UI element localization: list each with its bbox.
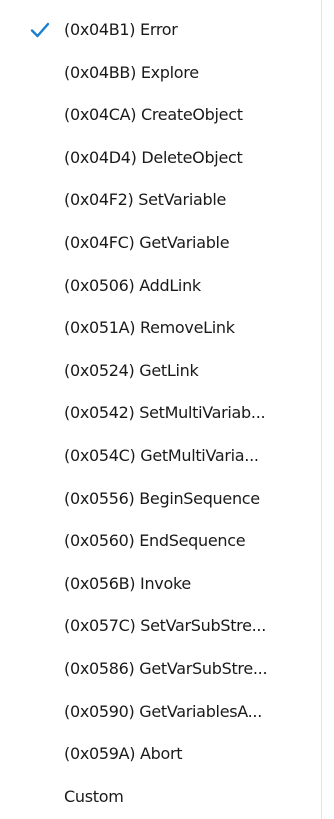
menu-item-createobject[interactable]: (0x04CA) CreateObject	[0, 93, 321, 136]
menu-right-border	[321, 0, 322, 819]
menu-item-label: (0x0556) BeginSequence	[64, 489, 260, 508]
menu-item-setvariable[interactable]: (0x04F2) SetVariable	[0, 178, 321, 221]
menu-item-beginsequence[interactable]: (0x0556) BeginSequence	[0, 477, 321, 520]
menu-item-label: (0x04D4) DeleteObject	[64, 148, 243, 167]
menu-item-getvarsubstream[interactable]: (0x0586) GetVarSubStre...	[0, 647, 321, 690]
menu-item-getvariable[interactable]: (0x04FC) GetVariable	[0, 221, 321, 264]
menu-item-getlink[interactable]: (0x0524) GetLink	[0, 349, 321, 392]
menu-item-label: (0x04FC) GetVariable	[64, 233, 230, 252]
menu-item-error[interactable]: (0x04B1) Error	[0, 8, 321, 51]
menu-item-setvarsubstream[interactable]: (0x057C) SetVarSubStre...	[0, 604, 321, 647]
menu-item-label: (0x04BB) Explore	[64, 63, 199, 82]
menu-item-label: (0x054C) GetMultiVaria...	[64, 446, 259, 465]
menu-item-custom[interactable]: Custom	[0, 775, 321, 818]
menu-item-label: (0x0560) EndSequence	[64, 531, 246, 550]
menu-item-invoke[interactable]: (0x056B) Invoke	[0, 562, 321, 605]
menu-item-label: (0x0542) SetMultiVariab...	[64, 403, 266, 422]
menu-item-label: (0x0506) AddLink	[64, 276, 201, 295]
menu-item-label: (0x04B1) Error	[64, 20, 178, 39]
menu-item-label: (0x0590) GetVariablesA...	[64, 702, 262, 721]
menu-item-label: (0x057C) SetVarSubStre...	[64, 616, 267, 635]
menu-item-addlink[interactable]: (0x0506) AddLink	[0, 264, 321, 307]
menu-item-label: (0x056B) Invoke	[64, 574, 191, 593]
menu-item-label: (0x0586) GetVarSubStre...	[64, 659, 268, 678]
menu-item-label: (0x04CA) CreateObject	[64, 105, 243, 124]
menu-item-label: Custom	[64, 787, 124, 806]
dropdown-menu: (0x04B1) Error (0x04BB) Explore (0x04CA)…	[0, 0, 334, 819]
menu-item-label: (0x059A) Abort	[64, 744, 183, 763]
menu-item-label: (0x0524) GetLink	[64, 361, 199, 380]
menu-item-endsequence[interactable]: (0x0560) EndSequence	[0, 519, 321, 562]
menu-item-explore[interactable]: (0x04BB) Explore	[0, 51, 321, 94]
menu-item-abort[interactable]: (0x059A) Abort	[0, 732, 321, 775]
menu-item-label: (0x051A) RemoveLink	[64, 318, 235, 337]
checkmark-icon	[30, 22, 50, 37]
menu-item-deleteobject[interactable]: (0x04D4) DeleteObject	[0, 136, 321, 179]
menu-item-getmultivariables[interactable]: (0x054C) GetMultiVaria...	[0, 434, 321, 477]
menu-item-setmultivariables[interactable]: (0x0542) SetMultiVariab...	[0, 391, 321, 434]
menu-item-removelink[interactable]: (0x051A) RemoveLink	[0, 306, 321, 349]
menu-item-label: (0x04F2) SetVariable	[64, 190, 227, 209]
menu-item-getvariablesall[interactable]: (0x0590) GetVariablesA...	[0, 690, 321, 733]
